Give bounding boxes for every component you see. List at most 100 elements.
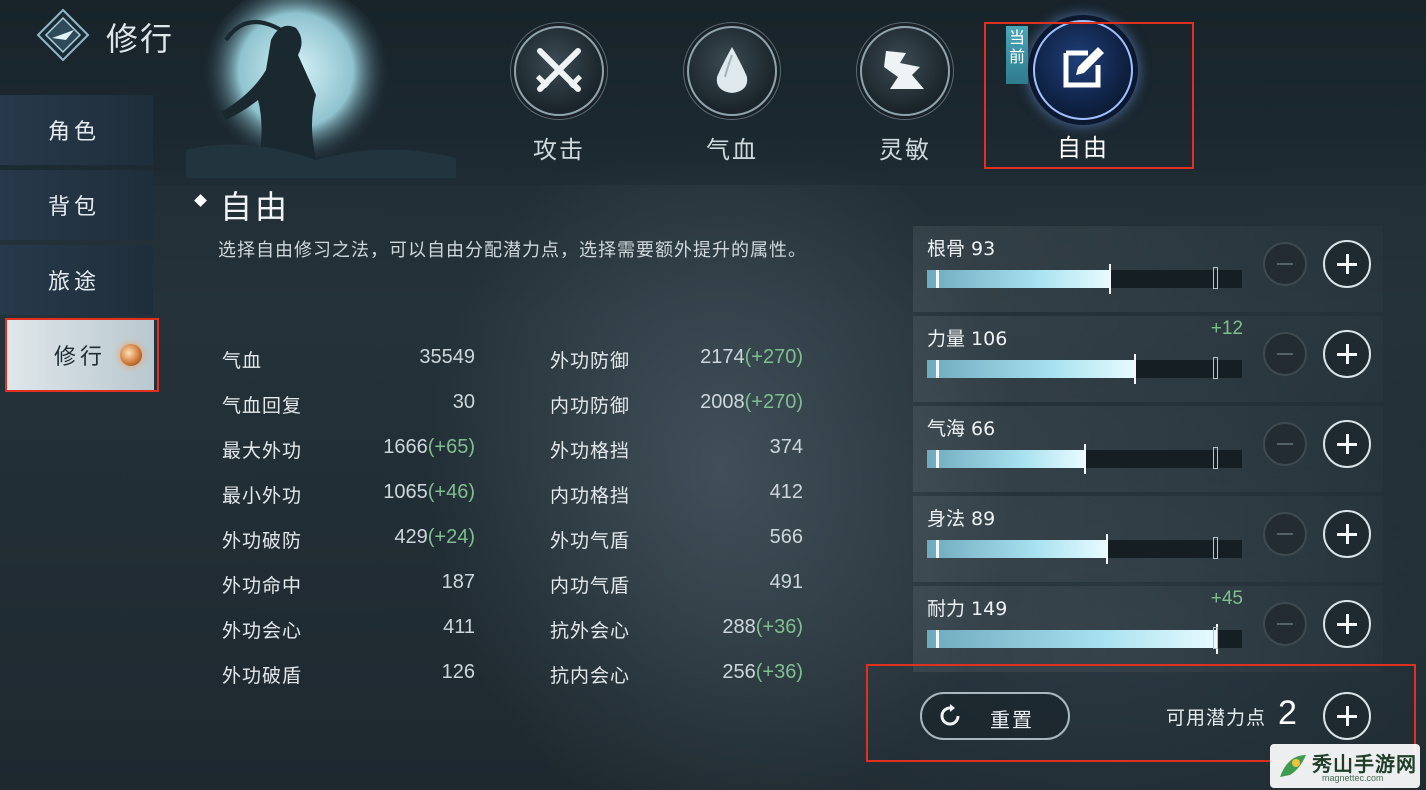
attribute-bar-max-marker [1213,267,1218,289]
section-bullet-icon [194,194,207,207]
attribute-bar-start [936,450,939,468]
stat-bonus: (+270) [744,391,803,413]
tab-agility[interactable]: 灵敏 [850,26,960,165]
attribute-label: 耐力 149 [927,598,1008,620]
stat-value: 256(+36) [603,661,803,684]
stat-value-number: 1065 [383,481,428,503]
increase-button[interactable] [1323,510,1371,558]
stat-value-number: 30 [452,391,475,413]
stat-value: 1666(+65) [275,436,475,459]
increase-button[interactable] [1323,420,1371,468]
stat-value-number: 566 [769,526,803,548]
blood-drop-icon [716,47,748,93]
attribute-label: 气海 66 [927,418,996,440]
attribute-bar [927,354,1242,384]
attribute-row: 根骨 93 [913,226,1383,312]
sidebar-item-character[interactable]: 角色 [0,95,153,165]
attribute-bar [927,444,1242,474]
crossed-swords-icon [535,48,583,92]
increase-button[interactable] [1323,600,1371,648]
tab-circle [514,26,604,116]
attribute-bar [927,264,1242,294]
stat-value-number: 374 [769,436,803,458]
increase-button[interactable] [1323,330,1371,378]
attribute-bar-start [936,270,939,288]
stat-value-number: 491 [769,571,803,593]
sidebar-item-bag[interactable]: 背包 [0,170,153,240]
decrease-button[interactable] [1263,602,1307,646]
agility-icon [884,51,924,89]
tab-circle [860,26,950,116]
stat-value: 187 [275,571,475,594]
tab-circle [687,26,777,116]
highlight-frame-sidebar [5,318,159,392]
stat-value: 2174(+270) [603,346,803,369]
sidebar-item-label: 角色 [48,120,101,145]
stat-value: 1065(+46) [275,481,475,504]
stat-bonus: (+65) [427,436,475,458]
stat-value: 35549 [275,346,475,369]
watermark: 秀山手游网 magnettec.com [1270,744,1420,788]
stat-value: 374 [603,436,803,459]
attribute-bar-fill [927,270,1110,288]
attribute-row: 力量 106 +12 [913,316,1383,402]
decrease-button[interactable] [1263,242,1307,286]
attribute-bar [927,624,1242,654]
attribute-bar-max-marker [1213,627,1218,649]
tab-label: 灵敏 [879,136,931,164]
stat-bonus: (+270) [744,346,803,368]
watermark-logo-icon [1280,755,1306,777]
stat-value: 2008(+270) [603,391,803,414]
sidebar-item-label: 旅途 [48,270,101,295]
stat-value-number: 429 [394,526,428,548]
stat-value: 429(+24) [275,526,475,549]
tab-label: 攻击 [533,136,585,164]
attribute-bar-max-marker [1213,357,1218,379]
decrease-button[interactable] [1263,422,1307,466]
attribute-label: 力量 106 [927,328,1008,350]
stat-value-number: 2174 [700,346,745,368]
stat-value: 566 [603,526,803,549]
game-logo-icon [36,8,90,62]
attribute-bar-cap [1106,534,1108,564]
attribute-row: 气海 66 [913,406,1383,492]
section-description: 选择自由修习之法，可以自由分配潜力点，选择需要额外提升的属性。 [218,240,807,261]
tab-attack[interactable]: 攻击 [504,26,614,165]
attribute-bar-start [936,540,939,558]
stat-value-number: 1666 [383,436,428,458]
stat-value-number: 411 [443,616,475,638]
attribute-label: 根骨 93 [927,238,996,260]
decrease-button[interactable] [1263,512,1307,556]
stat-value-number: 412 [769,481,803,503]
sidebar-item-label: 背包 [48,195,101,220]
decrease-button[interactable] [1263,332,1307,376]
stat-bonus: (+46) [427,481,475,503]
increase-button[interactable] [1323,240,1371,288]
tab-label: 气血 [706,136,758,164]
attribute-bonus: +45 [1210,588,1243,609]
attribute-bar-cap [1084,444,1086,474]
stat-value-number: 35549 [419,346,475,368]
stat-value-number: 288 [722,616,756,638]
attribute-bar-cap [1134,354,1136,384]
stat-value: 412 [603,481,803,504]
stat-value-number: 2008 [700,391,745,413]
attribute-bar-fill [927,450,1085,468]
attribute-bar-max-marker [1213,537,1218,559]
stat-value: 491 [603,571,803,594]
highlight-frame-tab [984,22,1194,169]
attribute-bar-start [936,630,939,648]
stat-value-number: 187 [441,571,475,593]
attribute-bar-fill [927,360,1135,378]
attribute-bar-fill [927,540,1107,558]
stat-value: 411 [275,616,475,639]
stat-value-number: 126 [441,661,475,683]
stat-value-number: 256 [722,661,756,683]
stat-value: 126 [275,661,475,684]
stat-bonus: (+36) [755,616,803,638]
attribute-bar-start [936,360,939,378]
attribute-bar-max-marker [1213,447,1218,469]
tab-vitality[interactable]: 气血 [677,26,787,165]
attribute-bar-cap [1109,264,1111,294]
sidebar-item-journey[interactable]: 旅途 [0,245,153,315]
